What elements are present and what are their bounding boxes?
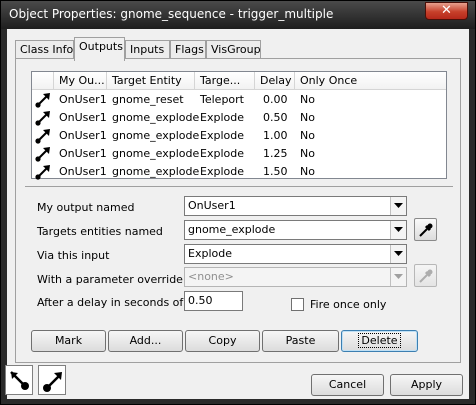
- cell-only-once: No: [300, 111, 315, 124]
- target-picker-button[interactable]: [414, 218, 437, 241]
- parameter-override-label: With a parameter override of: [37, 273, 198, 286]
- cell-only-once: No: [300, 129, 315, 142]
- cell-delay: 1.50: [263, 165, 288, 178]
- cell-target: gnome_reset: [112, 93, 184, 106]
- copy-button[interactable]: Copy: [185, 330, 260, 352]
- header-icon-column[interactable]: [32, 72, 54, 90]
- close-icon: ✕: [441, 3, 452, 18]
- cell-input: Explode: [200, 147, 244, 160]
- eyedropper-icon: [419, 269, 433, 283]
- cell-target: gnome_explode: [112, 129, 200, 142]
- output-name-label: My output named: [37, 201, 135, 214]
- column-header-input[interactable]: Targe...: [195, 72, 255, 90]
- cell-only-once: No: [300, 147, 315, 160]
- dropdown-button[interactable]: [390, 268, 406, 286]
- paste-button[interactable]: Paste: [262, 330, 339, 352]
- eyedropper-icon: [419, 223, 433, 237]
- add-button[interactable]: Add...: [108, 330, 183, 352]
- cell-input: Explode: [200, 129, 244, 142]
- table-row[interactable]: OnUser1 gnome_explode Explode 1.25 No: [32, 145, 446, 163]
- apply-button[interactable]: Apply: [390, 374, 463, 396]
- chevron-down-icon: [394, 274, 403, 279]
- chevron-down-icon: [394, 203, 403, 208]
- tab-inputs[interactable]: Inputs: [125, 40, 170, 60]
- target-entities-label: Targets entities named: [37, 225, 163, 238]
- cell-output: OnUser1: [59, 165, 107, 178]
- table-row[interactable]: OnUser1 gnome_explode Explode 0.50 No: [32, 109, 446, 127]
- fire-once-label: Fire once only: [310, 298, 387, 311]
- output-connection-icon: [35, 93, 50, 108]
- tab-visgroup[interactable]: VisGroup: [206, 40, 261, 60]
- cell-input: Explode: [200, 111, 244, 124]
- divider: [25, 186, 453, 187]
- column-header-only-once[interactable]: Only Once: [295, 72, 446, 90]
- table-row[interactable]: OnUser1 gnome_explode Explode 1.00 No: [32, 127, 446, 145]
- column-header-output[interactable]: My Ou...: [54, 72, 107, 90]
- cell-only-once: No: [300, 165, 315, 178]
- window-title: Object Properties: gnome_sequence - trig…: [9, 7, 334, 21]
- close-button[interactable]: ✕: [425, 2, 468, 20]
- output-connection-icon: [35, 147, 50, 162]
- cell-output: OnUser1: [59, 93, 107, 106]
- chevron-down-icon: [394, 227, 403, 232]
- chevron-down-icon: [394, 251, 403, 256]
- cell-output: OnUser1: [59, 129, 107, 142]
- cell-delay: 0.50: [263, 111, 288, 124]
- output-mode-button[interactable]: [5, 365, 33, 395]
- delete-button[interactable]: Delete: [341, 330, 418, 352]
- outputs-list[interactable]: My Ou... Target Entity Targe... Delay On…: [31, 71, 447, 181]
- parameter-picker-button[interactable]: [414, 264, 437, 287]
- dropdown-button[interactable]: [390, 245, 406, 263]
- dropdown-button[interactable]: [390, 221, 406, 239]
- output-connection-icon: [35, 111, 50, 126]
- column-header-delay[interactable]: Delay: [255, 72, 295, 90]
- output-connection-icon: [35, 129, 50, 144]
- dropdown-button[interactable]: [390, 197, 406, 215]
- target-entities-combo[interactable]: gnome_explode: [184, 220, 407, 240]
- cell-input: Teleport: [200, 93, 244, 106]
- mark-button[interactable]: Mark: [31, 330, 106, 352]
- fire-once-checkbox[interactable]: [291, 298, 304, 311]
- cell-input: Explode: [200, 165, 244, 178]
- properties-window: Object Properties: gnome_sequence - trig…: [0, 0, 476, 405]
- tab-flags[interactable]: Flags: [170, 40, 206, 60]
- cell-only-once: No: [300, 93, 315, 106]
- table-row[interactable]: OnUser1 gnome_explode Explode 1.50 No: [32, 163, 446, 181]
- via-input-combo[interactable]: Explode: [184, 244, 407, 264]
- cell-target: gnome_explode: [112, 147, 200, 160]
- cell-target: gnome_explode: [112, 111, 200, 124]
- delay-label: After a delay in seconds of: [37, 296, 184, 309]
- cell-delay: 1.25: [263, 147, 288, 160]
- table-row[interactable]: OnUser1 gnome_reset Teleport 0.00 No: [32, 91, 446, 109]
- title-bar[interactable]: Object Properties: gnome_sequence - trig…: [1, 1, 475, 29]
- cell-output: OnUser1: [59, 111, 107, 124]
- cancel-button[interactable]: Cancel: [311, 374, 384, 396]
- output-mode-icon: [10, 371, 29, 390]
- output-name-combo[interactable]: OnUser1: [184, 196, 407, 216]
- tab-outputs[interactable]: Outputs: [74, 37, 125, 61]
- parameter-override-combo[interactable]: <none>: [184, 267, 407, 287]
- via-input-label: Via this input: [37, 249, 110, 262]
- tab-class-info[interactable]: Class Info: [15, 40, 74, 60]
- cell-output: OnUser1: [59, 147, 107, 160]
- list-header: My Ou... Target Entity Targe... Delay On…: [32, 72, 446, 90]
- cell-delay: 1.00: [263, 129, 288, 142]
- output-connection-icon: [35, 165, 50, 180]
- cell-delay: 0.00: [263, 93, 288, 106]
- input-mode-button[interactable]: [38, 365, 66, 395]
- column-header-target[interactable]: Target Entity: [107, 72, 195, 90]
- cell-target: gnome_explode: [112, 165, 200, 178]
- delay-input[interactable]: 0.50: [184, 291, 243, 311]
- input-mode-icon: [43, 372, 62, 392]
